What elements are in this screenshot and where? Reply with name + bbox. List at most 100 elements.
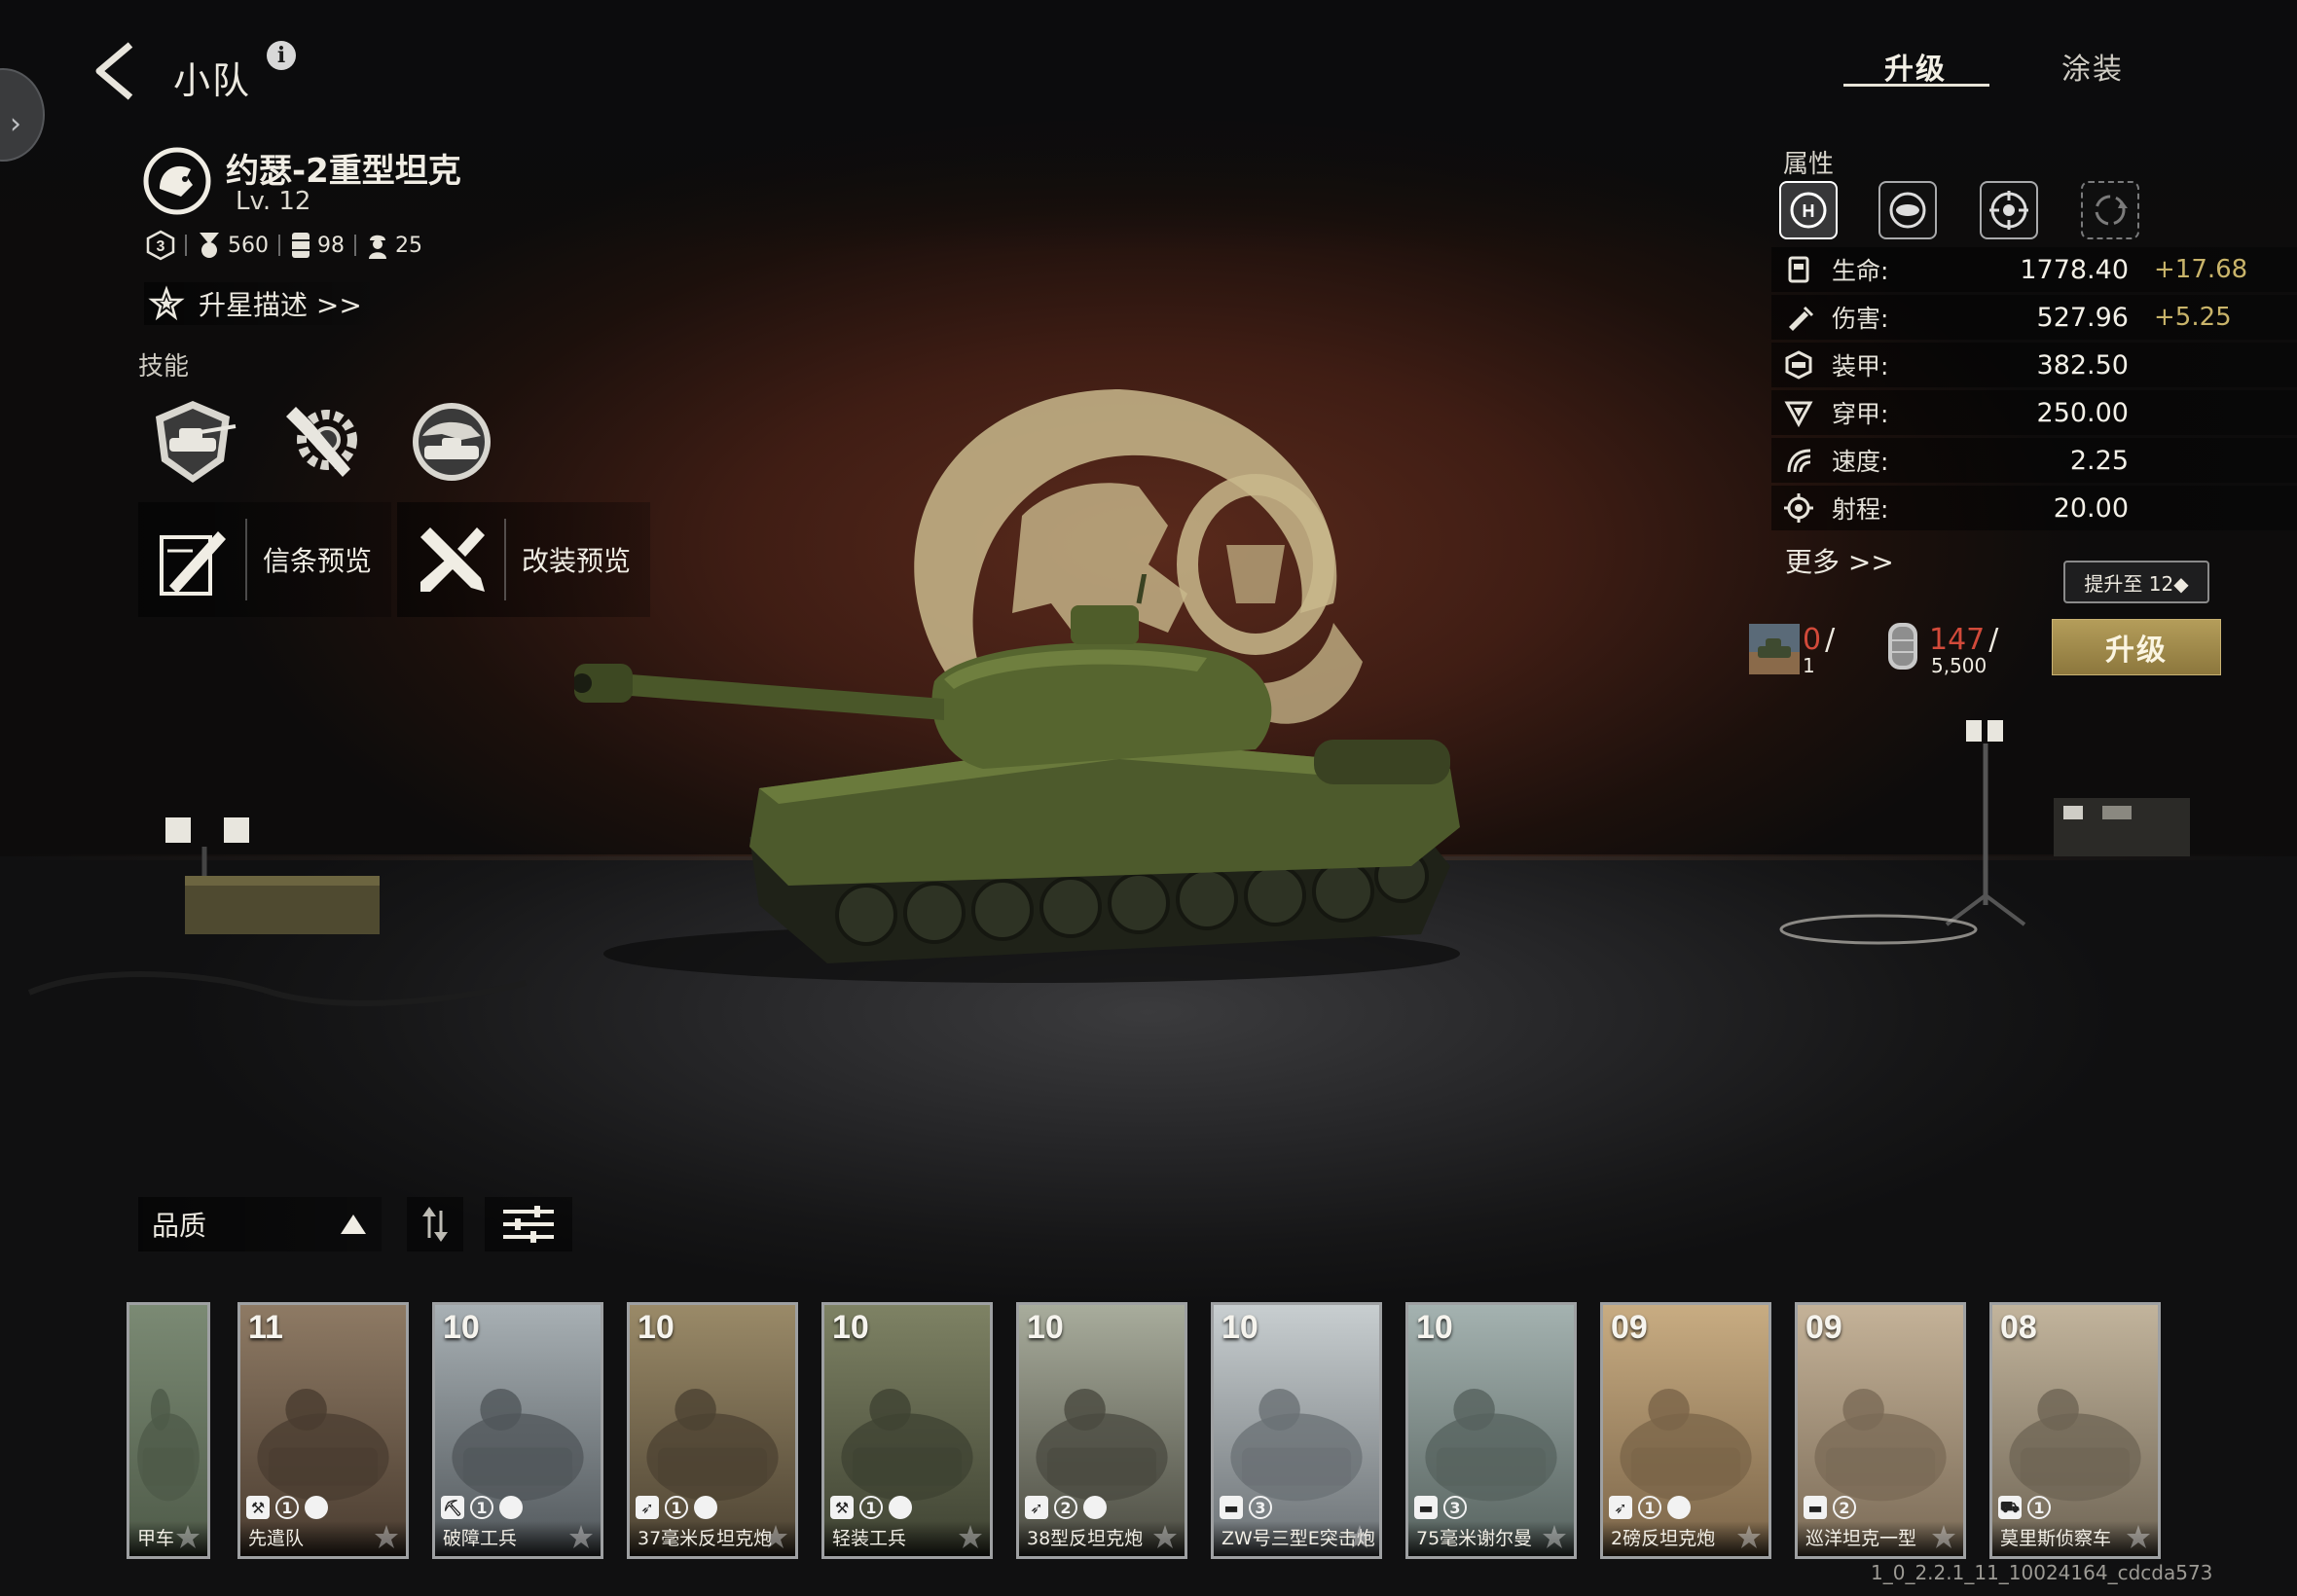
unit-card[interactable]: 10 ▬ 3 ZW号三型E突击炮 [1211,1302,1382,1559]
info-icon[interactable]: i [267,41,296,70]
supply-cost: 147 / 5,500 [1929,623,1998,677]
star-emblem-icon [2127,1525,2150,1548]
attr-tab-armor[interactable] [1878,181,1937,239]
card-name: 巡洋坦克一型 [1805,1528,1917,1549]
card-badges: ➶ 1 [1609,1496,1691,1519]
card-tier-badge: 3 [1249,1496,1272,1519]
stat-value: 2.25 [2069,445,2129,476]
upgrade-target-tooltip: 提升至 12◆ [2063,561,2209,603]
tank-class-icon: ▬ [1414,1496,1438,1519]
unit-card[interactable]: 10 ▬ 3 75毫米谢尔曼 [1405,1302,1577,1559]
faction-flag-icon [1667,1496,1691,1519]
wrench-gear-skill-icon[interactable] [273,393,370,490]
card-level: 10 [1027,1309,1064,1346]
tank-globe-skill-icon[interactable] [403,393,500,490]
card-tier-badge: 3 [1443,1496,1467,1519]
unit-card[interactable]: 09 ▬ 2 巡洋坦克一型 [1795,1302,1966,1559]
fuel-barrel-icon [292,233,310,258]
unit-card[interactable]: 10 ➶ 1 37毫米反坦克炮 [627,1302,798,1559]
card-badges: ▬ 2 [1804,1496,1856,1519]
resource-fuel: 98 [290,231,345,260]
crossed-tools-icon [420,527,485,592]
modification-preview-button[interactable]: 改装预览 [397,502,651,617]
card-name: 2磅反坦克炮 [1611,1528,1716,1549]
card-badges: ⛏ 1 [441,1496,523,1519]
star-emblem-icon [1737,1525,1761,1548]
unit-level: Lv. 12 [236,187,311,216]
card-level: 10 [1221,1309,1258,1346]
stat-value: 382.50 [2036,349,2129,381]
resource-soldier: 25 [366,231,422,260]
card-name: 甲车 [137,1528,175,1549]
upgrade-button[interactable]: 升级 [2052,619,2221,675]
creed-preview-label: 信条预览 [263,545,373,577]
sort-order-toggle[interactable] [407,1197,463,1251]
fuel-can-icon [1788,256,1809,283]
unit-card[interactable]: 09 ➶ 1 2磅反坦克炮 [1600,1302,1771,1559]
sliders-icon [503,1206,554,1243]
stat-bonus: +17.68 [2154,255,2248,284]
tab-upgrade[interactable]: 升级 [1884,45,1947,88]
back-arrow-icon[interactable] [86,37,144,105]
right-floodlight-prop [1945,720,2026,926]
faction-flag-icon [499,1496,523,1519]
more-attributes-link[interactable]: 更多 >> [1785,541,1894,580]
attr-tab-mobility[interactable] [2081,181,2139,239]
pick-class-icon: ⛏ [441,1496,464,1519]
wrench-class-icon: ⚒ [830,1496,854,1519]
health-shield-icon: H [1790,192,1827,229]
left-cable-prop [27,971,527,1006]
resource-value: 25 [395,233,422,258]
star-emblem-icon [1348,1525,1371,1548]
tank-badge-skill-icon[interactable] [144,393,241,490]
hexagon-tier-icon: 3 [146,230,175,261]
stat-label: 生命: [1832,257,1889,285]
card-badges: ▬ 3 [1220,1496,1272,1519]
star-emblem-icon [1932,1525,1955,1548]
filter-button[interactable] [485,1197,572,1251]
tank-class-icon: ▬ [1220,1496,1243,1519]
creed-preview-button[interactable]: 信条预览 [138,502,392,617]
wrench-class-icon: ⚒ [246,1496,270,1519]
unit-card[interactable]: 08 ⛟ 1 莫里斯侦察车 [1989,1302,2161,1559]
stat-row-range: 射程: 20.00 [1771,486,2297,530]
card-level: 10 [638,1309,675,1346]
unit-card[interactable]: 10 ⚒ 1 轻装工兵 [821,1302,993,1559]
card-cost-have: 0 [1803,623,1822,657]
attr-tab-health[interactable]: H [1779,181,1838,239]
star-link-label: 升星描述 >> [199,289,362,321]
unit-card[interactable]: 甲车 [127,1302,210,1559]
right-cable-prop [1779,914,1978,945]
stat-label: 穿甲: [1832,400,1889,428]
quality-sort-dropdown[interactable]: 品质 [138,1197,382,1251]
card-level: 09 [1805,1309,1842,1346]
medal-icon [200,233,219,258]
card-tier-badge: 1 [470,1496,493,1519]
resource-value: 98 [317,233,345,258]
tier-number: 3 [157,238,165,255]
armor-icon [1785,350,1812,380]
card-level: 11 [248,1309,283,1346]
resource-value: 560 [228,233,269,258]
faction-flag-icon [889,1496,912,1519]
supply-cost-need: 5,500 [1931,654,1987,677]
car-class-icon: ⛟ [1998,1496,2022,1519]
sort-label: 品质 [152,1210,207,1242]
unit-card[interactable]: 10 ➶ 2 38型反坦克炮 [1016,1302,1187,1559]
card-cost-need: 1 [1803,654,1815,677]
card-name: 75毫米谢尔曼 [1416,1528,1533,1549]
sort-arrows-icon [422,1207,448,1242]
range-icon [1784,493,1813,523]
unit-card[interactable]: 11 ⚒ 1 先遣队 [237,1302,409,1559]
skills-label: 技能 [138,352,190,381]
attr-tab-firepower[interactable] [1980,181,2038,239]
card-name: 莫里斯侦察车 [2000,1528,2112,1549]
unit-card[interactable]: 10 ⛏ 1 破障工兵 [432,1302,603,1559]
stat-value: 250.00 [2036,397,2129,428]
tank-card-icon [1749,624,1800,674]
card-badges: ➶ 1 [636,1496,717,1519]
star-upgrade-description-link[interactable]: 升星描述 >> [144,282,387,325]
tab-camouflage[interactable]: 涂装 [2061,45,2124,88]
card-tier-badge: 1 [859,1496,883,1519]
star-emblem-icon [569,1525,593,1548]
